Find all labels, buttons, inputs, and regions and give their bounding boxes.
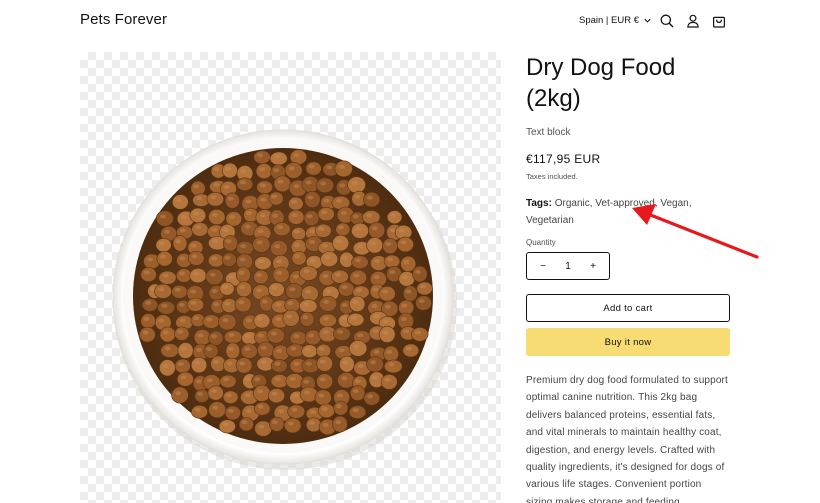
quantity-label: Quantity [526, 238, 556, 247]
chevron-down-icon [644, 18, 651, 23]
product-image[interactable] [80, 52, 501, 503]
store-logo[interactable]: Pets Forever [80, 11, 167, 28]
quantity-stepper: − 1 + [526, 252, 610, 280]
product-tags: Tags: Organic, Vet-approved, Vegan, Vege… [526, 195, 730, 229]
text-block: Text block [526, 127, 571, 138]
taxes-note: Taxes included. [526, 172, 578, 181]
account-icon[interactable] [685, 13, 701, 29]
add-to-cart-button[interactable]: Add to cart [526, 294, 730, 322]
cart-icon[interactable] [711, 13, 727, 29]
country-currency-selector[interactable]: Spain | EUR € [579, 15, 652, 26]
product-description: Premium dry dog food formulated to suppo… [526, 375, 728, 503]
site-header: Pets Forever Spain | EUR € [0, 0, 820, 44]
quantity-input[interactable]: 1 [565, 261, 571, 272]
search-icon[interactable] [659, 13, 675, 29]
buy-it-now-button[interactable]: Buy it now [526, 328, 730, 356]
product-info: Dry Dog Food (2kg) Text block €117,95 EU… [526, 52, 730, 503]
product-title: Dry Dog Food (2kg) [526, 54, 676, 112]
locale-label: Spain | EUR € [579, 15, 640, 26]
tags-label: Tags: [526, 198, 552, 209]
quantity-decrease-button[interactable]: − [536, 261, 550, 272]
product-price: €117,95 EUR [526, 152, 601, 166]
quantity-increase-button[interactable]: + [586, 261, 600, 272]
dog-food-bowl-image [112, 129, 457, 470]
